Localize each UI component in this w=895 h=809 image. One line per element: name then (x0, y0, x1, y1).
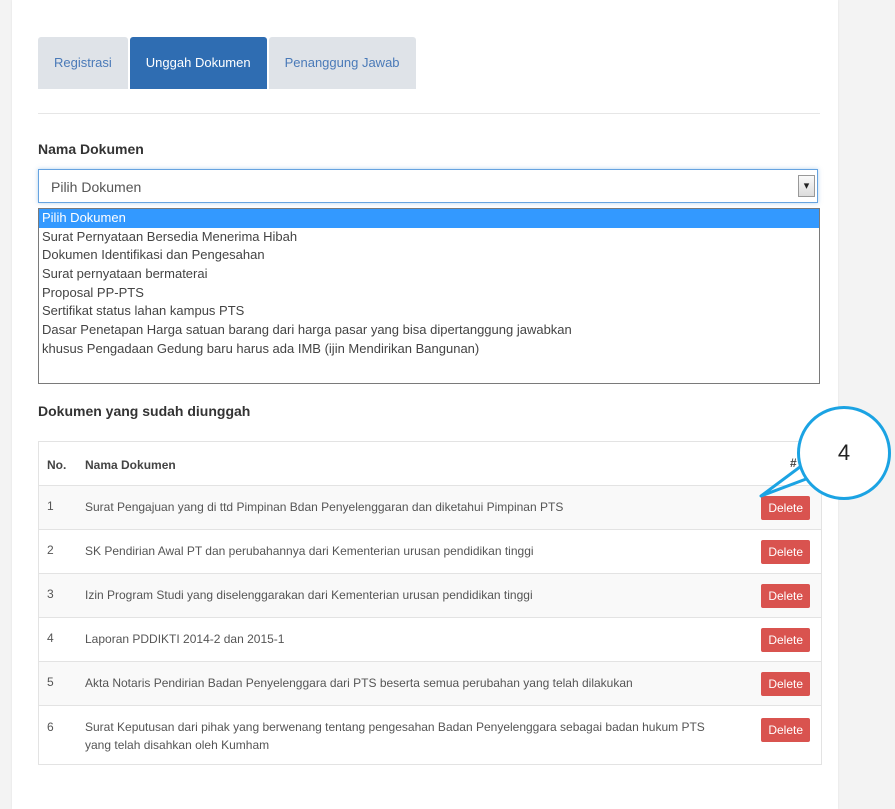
document-option[interactable]: Surat pernyataan bermaterai (39, 265, 819, 284)
table-header-row: No. Nama Dokumen # (39, 442, 821, 486)
table-row: 3 Izin Program Studi yang diselenggaraka… (39, 574, 821, 618)
tab-penanggung-jawab[interactable]: Penanggung Jawab (268, 37, 416, 89)
row-document-name: SK Pendirian Awal PT dan perubahannya da… (85, 544, 534, 558)
tab-bar: Registrasi Unggah Dokumen Penanggung Jaw… (38, 37, 418, 89)
tab-registrasi[interactable]: Registrasi (38, 37, 128, 89)
table-row: 6 Surat Keputusan dari pihak yang berwen… (39, 706, 821, 765)
delete-button[interactable]: Delete (761, 628, 810, 652)
document-select-value: Pilih Dokumen (51, 179, 142, 195)
row-document-name: Laporan PDDIKTI 2014-2 dan 2015-1 (85, 632, 285, 646)
uploaded-documents-label: Dokumen yang sudah diunggah (38, 403, 251, 419)
document-name-label: Nama Dokumen (38, 141, 144, 157)
delete-button[interactable]: Delete (761, 672, 810, 696)
document-option[interactable]: Pilih Dokumen (39, 209, 819, 228)
header-no: No. (47, 458, 67, 472)
callout-marker: 4 (797, 406, 891, 500)
document-option[interactable]: Surat Pernyataan Bersedia Menerima Hibah (39, 228, 819, 247)
document-option[interactable]: Dasar Penetapan Harga satuan barang dari… (39, 321, 819, 340)
document-option[interactable]: Dokumen Identifikasi dan Pengesahan (39, 246, 819, 265)
delete-button[interactable]: Delete (761, 496, 810, 520)
row-document-name: Akta Notaris Pendirian Badan Penyelengga… (85, 676, 633, 690)
delete-button[interactable]: Delete (761, 540, 810, 564)
document-select[interactable]: Pilih Dokumen ▾ (38, 169, 818, 203)
row-document-name: Surat Pengajuan yang di ttd Pimpinan Bda… (85, 500, 564, 514)
delete-button[interactable]: Delete (761, 584, 810, 608)
tab-divider (38, 113, 820, 114)
document-option[interactable]: Sertifikat status lahan kampus PTS (39, 302, 819, 321)
table-row: 1 Surat Pengajuan yang di ttd Pimpinan B… (39, 486, 821, 530)
document-option[interactable]: khusus Pengadaan Gedung baru harus ada I… (39, 340, 819, 359)
header-hash: # (790, 456, 797, 470)
row-number: 2 (47, 543, 54, 557)
table-row: 4 Laporan PDDIKTI 2014-2 dan 2015-1 Dele… (39, 618, 821, 662)
tab-unggah-dokumen[interactable]: Unggah Dokumen (129, 37, 267, 89)
row-number: 5 (47, 675, 54, 689)
row-number: 3 (47, 587, 54, 601)
header-name: Nama Dokumen (85, 458, 176, 472)
table-row: 5 Akta Notaris Pendirian Badan Penyeleng… (39, 662, 821, 706)
document-options-list: Pilih Dokumen Surat Pernyataan Bersedia … (38, 208, 820, 384)
row-number: 1 (47, 499, 54, 513)
delete-button[interactable]: Delete (761, 718, 810, 742)
document-option[interactable]: Proposal PP-PTS (39, 284, 819, 303)
chevron-down-icon[interactable]: ▾ (798, 175, 815, 197)
row-document-name: Izin Program Studi yang diselenggarakan … (85, 588, 533, 602)
uploaded-documents-table: No. Nama Dokumen # 1 Surat Pengajuan yan… (38, 441, 822, 765)
row-number: 6 (47, 720, 54, 734)
table-row: 2 SK Pendirian Awal PT dan perubahannya … (39, 530, 821, 574)
row-number: 4 (47, 631, 54, 645)
row-document-name: Surat Keputusan dari pihak yang berwenan… (85, 720, 705, 752)
